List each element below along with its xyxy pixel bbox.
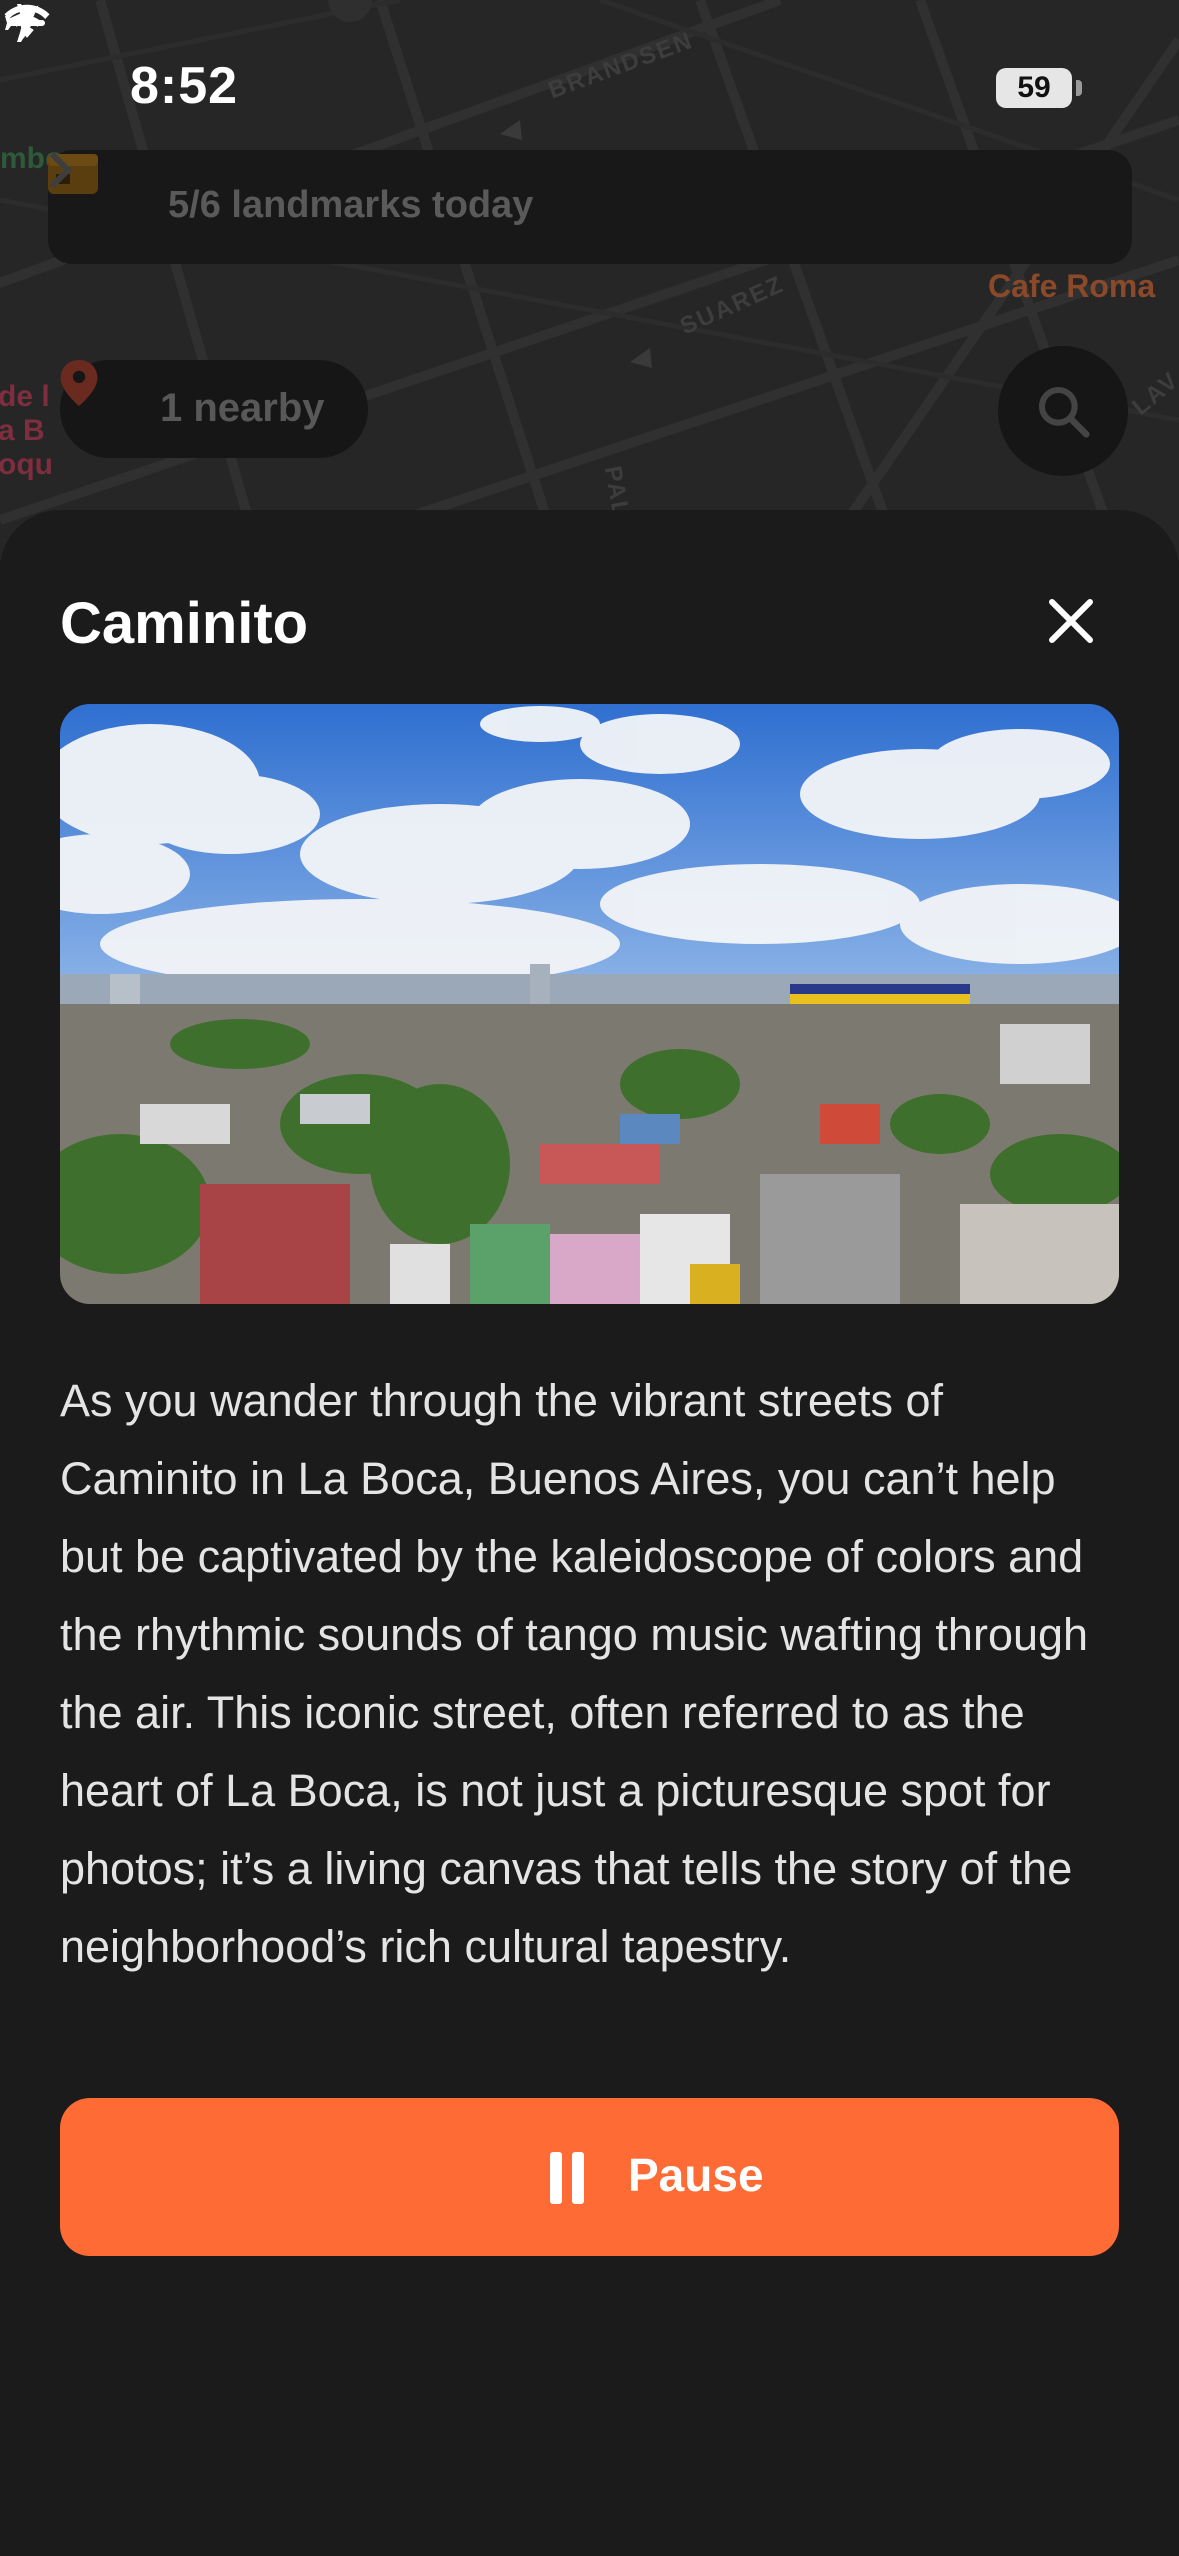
pause-label: Pause <box>628 2149 764 2201</box>
chevron-right-icon <box>49 151 72 189</box>
close-icon[interactable] <box>1036 586 1106 656</box>
poi-label[interactable]: Cafe Roma <box>988 268 1155 305</box>
description-scroll[interactable]: As you wander through the vibrant street… <box>60 1362 1119 2038</box>
status-bar: 8:52 59 <box>0 0 1179 170</box>
nearby-label: 1 nearby <box>160 386 325 430</box>
landmark-description: As you wander through the vibrant street… <box>60 1375 1089 1972</box>
poi-label[interactable]: de la Boqu <box>0 380 58 482</box>
search-button[interactable] <box>998 346 1128 476</box>
caminito-aerial-image <box>60 704 1119 1304</box>
pause-button[interactable]: Pause <box>60 2098 1119 2256</box>
search-icon <box>1038 386 1090 438</box>
wifi-icon <box>4 4 50 38</box>
landmarks-progress-text: 5/6 landmarks today <box>168 184 534 226</box>
battery-indicator: 59 <box>996 68 1072 108</box>
screen: BRANDSEN SUAREZ PAL LAV Cafe Roma mbo de… <box>0 0 1179 2556</box>
landmark-photo <box>60 704 1119 1304</box>
nearby-button[interactable]: 1 nearby <box>60 360 368 458</box>
landmark-sheet: Caminito As you wander through the vibra… <box>0 510 1179 2556</box>
status-time: 8:52 <box>130 57 239 115</box>
pause-icon <box>550 2152 584 2204</box>
battery-cap <box>1076 80 1082 96</box>
landmark-title: Caminito <box>60 591 309 656</box>
landmarks-banner[interactable]: 5/6 landmarks today <box>48 150 1132 264</box>
map-pin-icon <box>60 360 98 406</box>
map-view[interactable]: BRANDSEN SUAREZ PAL LAV Cafe Roma mbo de… <box>0 0 1179 560</box>
